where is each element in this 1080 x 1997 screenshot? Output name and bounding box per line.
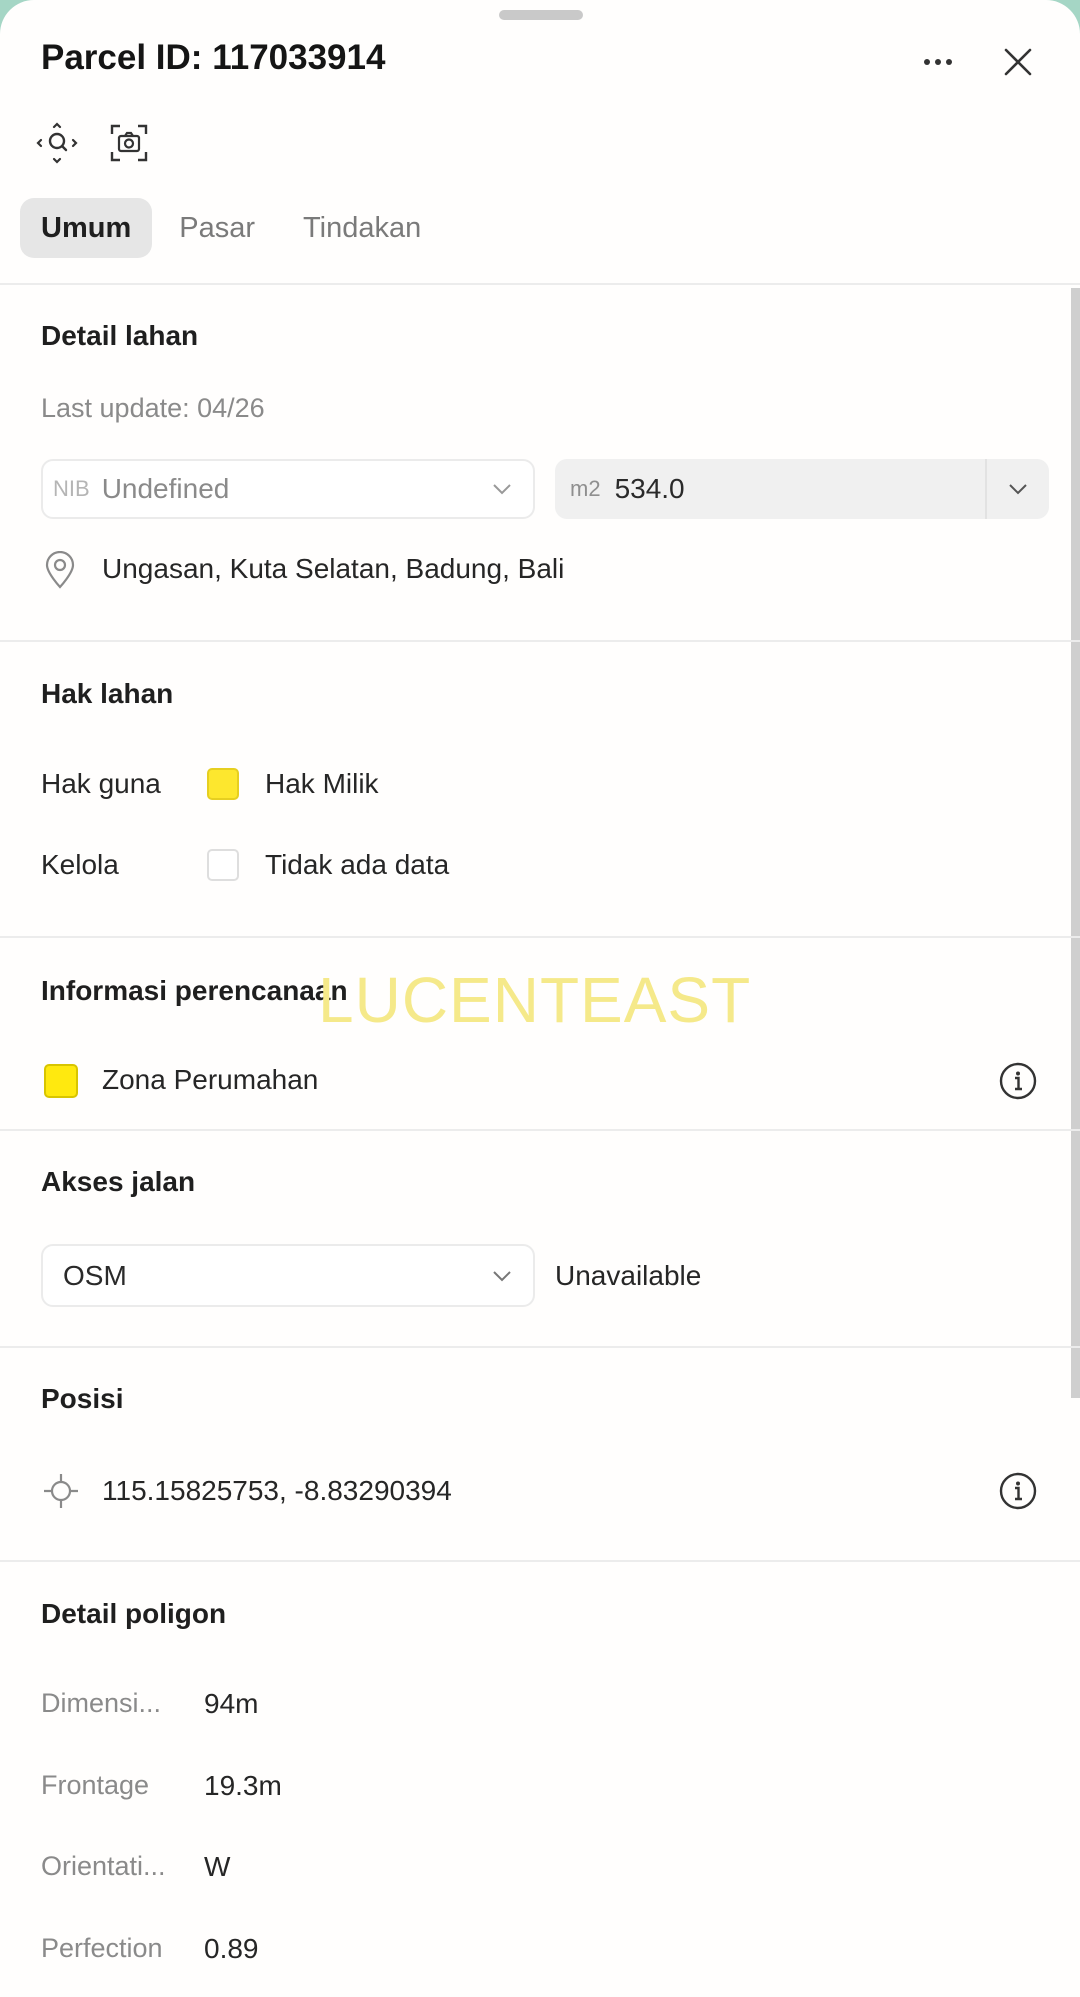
polygon-label-orientation: Orientati...	[41, 1851, 166, 1881]
chevron-down-icon	[1009, 484, 1027, 495]
kelola-label: Kelola	[41, 849, 119, 880]
polygon-value-perfection: 0.89	[204, 1933, 259, 1964]
coordinates-text: 115.15825753, -8.83290394	[102, 1475, 452, 1506]
polygon-value-orientation: W	[204, 1851, 231, 1882]
tab-tindakan[interactable]: Tindakan	[282, 198, 442, 258]
crosshair-icon	[44, 1474, 78, 1508]
last-update: Last update: 04/26	[41, 393, 265, 423]
nib-select[interactable]: NIB Undefined	[41, 459, 535, 519]
camera-capture-icon	[110, 124, 148, 162]
section-title-detail-poligon: Detail poligon	[41, 1598, 227, 1629]
section-title-posisi: Posisi	[41, 1383, 124, 1414]
hak-guna-label: Hak guna	[41, 768, 161, 799]
divider	[0, 1346, 1080, 1348]
road-access-status: Unavailable	[555, 1260, 702, 1291]
chevron-down-icon	[487, 474, 517, 504]
polygon-label-dimension: Dimensi...	[41, 1688, 162, 1718]
parcel-detail-sheet: Parcel ID: 117033914 Umum Pasar Tindakan…	[0, 0, 1080, 1997]
scrollbar[interactable]	[1071, 288, 1080, 1398]
chevron-down-icon	[487, 1261, 517, 1291]
info-icon[interactable]	[998, 1061, 1038, 1101]
location-text: Ungasan, Kuta Selatan, Badung, Bali	[102, 553, 565, 584]
locate-parcel-icon	[36, 122, 78, 164]
locate-parcel-button[interactable]	[34, 120, 80, 166]
zone-text: Zona Perumahan	[102, 1064, 319, 1095]
more-horizontal-icon	[924, 59, 952, 65]
hak-guna-value: Hak Milik	[265, 768, 379, 799]
sheet-grabber[interactable]	[499, 10, 583, 20]
divider	[0, 283, 1080, 285]
watermark: LUCENTEAST	[318, 964, 752, 1036]
area-value: 534.0	[614, 473, 685, 504]
nib-value: Undefined	[101, 473, 230, 504]
section-title-informasi-perencanaan: Informasi perencanaan	[41, 975, 348, 1006]
section-title-akses-jalan: Akses jalan	[41, 1166, 196, 1197]
polygon-value-dimension: 94m	[204, 1688, 259, 1719]
area-unit-dropdown[interactable]	[987, 459, 1049, 519]
divider	[0, 640, 1080, 642]
tab-umum[interactable]: Umum	[20, 198, 153, 258]
close-icon	[1004, 48, 1032, 76]
area-unit: m2	[570, 476, 601, 501]
section-title-hak-lahan: Hak lahan	[41, 678, 174, 709]
tab-pasar[interactable]: Pasar	[158, 198, 276, 258]
info-icon[interactable]	[998, 1471, 1038, 1511]
kelola-value: Tidak ada data	[265, 849, 450, 880]
area-field[interactable]: m2 534.0	[555, 459, 1049, 519]
divider	[0, 936, 1080, 938]
section-title-detail-lahan: Detail lahan	[41, 320, 199, 351]
polygon-value-frontage: 19.3m	[204, 1770, 282, 1801]
divider	[0, 1129, 1080, 1131]
close-button[interactable]	[992, 36, 1044, 88]
parcel-title: Parcel ID: 117033914	[41, 38, 386, 77]
road-source-select[interactable]: OSM	[41, 1244, 535, 1307]
hak-guna-swatch	[207, 768, 239, 800]
zone-swatch	[44, 1064, 78, 1098]
screenshot-button[interactable]	[106, 120, 152, 166]
road-source-value: OSM	[63, 1259, 127, 1291]
polygon-label-perfection: Perfection	[41, 1933, 163, 1963]
nib-prefix: NIB	[53, 476, 90, 501]
location-pin-icon	[45, 551, 75, 589]
tab-bar: Umum Pasar Tindakan	[20, 198, 448, 258]
divider	[0, 1560, 1080, 1562]
kelola-swatch	[207, 849, 239, 881]
more-options-button[interactable]	[912, 36, 964, 88]
polygon-label-frontage: Frontage	[41, 1770, 150, 1800]
